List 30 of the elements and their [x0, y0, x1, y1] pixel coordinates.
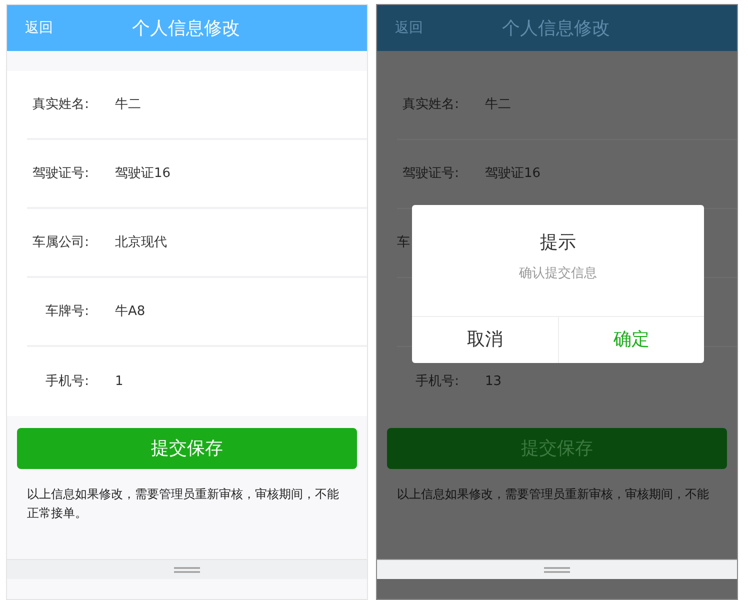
field-label: 真实姓名:: [402, 96, 459, 114]
back-button[interactable]: 返回: [25, 18, 53, 38]
field-value: 牛二: [485, 96, 511, 114]
page-title: 个人信息修改: [502, 16, 610, 40]
field-value: 牛二: [115, 96, 141, 114]
notice-text: 以上信息如果修改，需要管理员重新审核，审核期间，不能正常接单。: [26, 486, 340, 522]
page-title: 个人信息修改: [132, 16, 240, 40]
field-value: 北京现代: [115, 234, 167, 252]
field-label: 车属公司:: [32, 234, 89, 252]
field-value: 牛A8: [115, 302, 146, 321]
field-value: 驾驶证16: [115, 164, 171, 183]
field-label: 手机号:: [46, 372, 89, 391]
notice-text: 以上信息如果修改，需要管理员重新审核，审核期间，不能: [396, 486, 710, 503]
field-value: 1: [115, 372, 124, 391]
field-label: 驾驶证号:: [402, 165, 459, 184]
dialog-title: 提示: [540, 231, 576, 255]
dialog-message: 确认提交信息: [519, 265, 597, 283]
handle-icon: [174, 566, 200, 572]
cancel-button[interactable]: 取消: [412, 316, 558, 362]
submit-button[interactable]: 提交保存: [17, 428, 357, 469]
field-label: 车: [397, 234, 410, 252]
field-label: 真实姓名:: [32, 96, 89, 114]
handle-icon: [544, 566, 570, 572]
back-button[interactable]: 返回: [395, 18, 423, 38]
field-label: 驾驶证号:: [32, 164, 89, 183]
field-label: 手机号:: [416, 372, 459, 391]
field-label: 车牌号:: [46, 302, 89, 321]
field-value: 驾驶证16: [485, 165, 541, 184]
confirm-button[interactable]: 确定: [558, 316, 704, 362]
field-value: 13: [485, 372, 502, 391]
